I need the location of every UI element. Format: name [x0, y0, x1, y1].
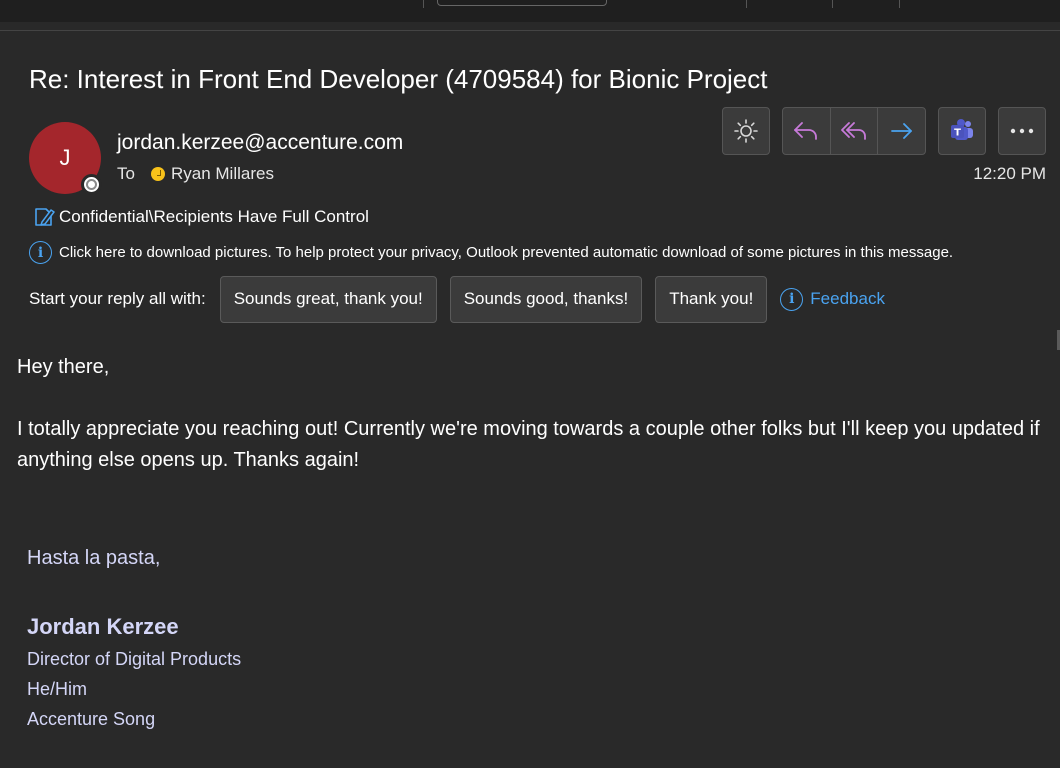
teams-icon: T [951, 119, 973, 140]
signature-name: Jordan Kerzee [27, 614, 179, 639]
body-paragraph: I totally appreciate you reaching out! C… [17, 418, 1040, 471]
toolbar-divider [832, 0, 833, 8]
away-status-icon [150, 167, 165, 181]
signature-company: Accenture Song [27, 709, 156, 729]
recipient-name[interactable]: Ryan Millares [171, 164, 274, 184]
email-subject: Re: Interest in Front End Developer (470… [29, 64, 768, 94]
more-actions-button[interactable] [998, 107, 1046, 155]
greeting: Hey there, [17, 356, 110, 378]
signature: Hasta la pasta, Jordan Kerzee Director o… [27, 547, 241, 730]
feedback-link[interactable]: i Feedback [780, 287, 885, 311]
info-icon: i [780, 287, 804, 311]
signature-closing: Hasta la pasta, [27, 547, 161, 569]
more-dots-icon [1010, 128, 1034, 134]
toolbar-divider [899, 0, 900, 8]
suggested-reply-button[interactable]: Sounds good, thanks! [449, 275, 643, 323]
divider [0, 30, 1060, 31]
forward-button[interactable] [878, 108, 925, 154]
suggested-reply-button[interactable]: Thank you! [655, 275, 768, 323]
download-pictures-notice[interactable]: i Click here to download pictures. To he… [29, 241, 953, 264]
reply-button[interactable] [783, 108, 831, 154]
avatar-initial: J [59, 145, 71, 170]
presence-unknown-icon [81, 174, 102, 195]
sensitivity-label-text: Confidential\Recipients Have Full Contro… [59, 207, 369, 226]
message-body: Hey there, I totally appreciate you reac… [17, 352, 1047, 476]
feedback-label: Feedback [810, 289, 885, 308]
toolbar-divider [746, 0, 747, 8]
teams-button[interactable]: T [938, 107, 986, 155]
reply-button-group [782, 107, 926, 155]
theme-toggle-button[interactable] [722, 107, 770, 155]
recipient-row: To Ryan Millares [117, 164, 274, 184]
reply-arrow-icon [794, 122, 818, 140]
signature-title: Director of Digital Products [27, 649, 242, 669]
reply-all-button[interactable] [831, 108, 879, 154]
top-search-box[interactable] [437, 0, 607, 6]
suggested-replies-prompt: Start your reply all with: [29, 289, 206, 308]
reply-all-arrow-icon [841, 122, 866, 140]
sensitivity-label-icon [35, 208, 55, 226]
suggested-replies: Start your reply all with: Sounds great,… [29, 275, 885, 323]
sender-address[interactable]: jordan.kerzee@accenture.com [117, 131, 403, 155]
to-label: To [117, 164, 135, 183]
suggested-reply-button[interactable]: Sounds great, thank you! [219, 275, 437, 323]
download-pictures-text: Click here to download pictures. To help… [59, 244, 954, 261]
sensitivity-label[interactable]: Confidential\Recipients Have Full Contro… [33, 205, 369, 229]
toolbar-divider [423, 0, 424, 8]
sun-icon [734, 119, 758, 143]
top-toolbar-strip [0, 0, 1060, 22]
svg-text:T: T [954, 128, 961, 139]
signature-pronouns: He/Him [27, 679, 88, 699]
received-time: 12:20 PM [973, 164, 1046, 183]
forward-arrow-icon [890, 123, 912, 139]
info-icon: i [29, 241, 52, 264]
